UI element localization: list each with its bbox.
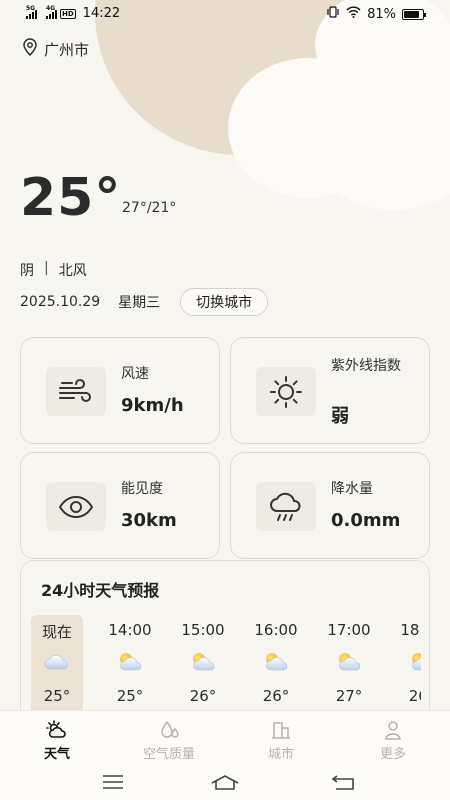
card-label: 降水量 <box>331 481 373 497</box>
location-pin-icon <box>22 38 38 60</box>
status-time: 14:22 <box>82 6 121 21</box>
weekday: 星期三 <box>118 295 161 311</box>
signal-icon: 5G <box>26 5 37 19</box>
system-navigation-bar <box>0 766 450 800</box>
home-icon[interactable] <box>205 770 245 794</box>
eye-icon <box>46 482 106 531</box>
forecast-time: 14:00 <box>108 621 152 639</box>
nav-label: 更多 <box>379 747 406 762</box>
location[interactable]: 广州市 <box>22 38 89 60</box>
city-icon <box>241 719 321 741</box>
cloudy-icon <box>43 651 71 671</box>
forecast-temp: 26° <box>189 687 217 705</box>
forecast-time: 18:00 <box>400 621 421 639</box>
current-temperature: 25° <box>20 168 122 228</box>
partly-cloudy-icon <box>116 651 144 671</box>
bottom-navigation: 天气 空气质量 城市 更多 <box>0 710 450 766</box>
card-value: 弱 <box>331 406 349 427</box>
nav-label: 天气 <box>43 747 70 762</box>
nav-city[interactable]: 城市 <box>241 719 321 762</box>
weather-condition: 阴 | 北风 <box>20 260 87 280</box>
card-value: 30km <box>121 510 177 531</box>
city-name: 广州市 <box>44 40 90 59</box>
condition-separator: | <box>44 260 49 276</box>
date: 2025.10.29 <box>20 294 101 310</box>
visibility-card: 能见度 30km <box>20 452 220 559</box>
wind-direction: 北风 <box>58 263 87 279</box>
hourly-forecast-item[interactable]: 15:00 26° <box>177 615 229 715</box>
card-value: 0.0mm <box>331 510 401 531</box>
weather-icon <box>17 719 97 741</box>
battery-icon <box>402 8 426 20</box>
card-value: 9km/h <box>121 395 184 416</box>
hourly-forecast-list[interactable]: 现在 25° 14:00 25° 15:00 26° 16:00 26° 17:00 27° 18:… <box>31 615 421 715</box>
card-label: 风速 <box>121 366 149 382</box>
vibrate-icon <box>326 6 340 22</box>
air-quality-icon <box>129 719 209 741</box>
forecast-time: 16:00 <box>254 621 298 639</box>
forecast-temp: 25° <box>43 687 71 705</box>
hourly-forecast-item[interactable]: 现在 25° <box>31 615 83 715</box>
back-icon[interactable] <box>323 770 363 794</box>
forecast-temp: 27° <box>335 687 363 705</box>
hourly-forecast-item[interactable]: 18:00 26° <box>396 615 421 715</box>
nav-air-quality[interactable]: 空气质量 <box>129 719 209 762</box>
date-row: 2025.10.29 星期三 切换城市 <box>20 288 269 316</box>
switch-city-button[interactable]: 切换城市 <box>180 288 269 316</box>
precipitation-card: 降水量 0.0mm <box>230 452 430 559</box>
card-label: 能见度 <box>121 481 163 497</box>
battery-percent: 81% <box>367 6 396 22</box>
hourly-forecast-item[interactable]: 17:00 27° <box>323 615 375 715</box>
hd-badge: HD <box>60 8 76 19</box>
menu-icon[interactable] <box>93 770 133 794</box>
forecast-temp: 25° <box>116 687 144 705</box>
hourly-forecast-item[interactable]: 14:00 25° <box>104 615 156 715</box>
status-bar: 5G 4G HD 14:22 81% <box>0 0 450 30</box>
sun-icon <box>256 367 316 416</box>
partly-cloudy-icon <box>335 651 363 671</box>
rain-cloud-icon <box>256 482 316 531</box>
forecast-temp: 26° <box>408 687 421 705</box>
forecast-time: 现在 <box>41 623 72 641</box>
forecast-temp: 26° <box>262 687 290 705</box>
temperature-range: 27°/21° <box>122 200 177 216</box>
nav-more[interactable]: 更多 <box>353 719 433 762</box>
nav-weather[interactable]: 天气 <box>17 719 97 762</box>
nav-label: 城市 <box>267 747 294 762</box>
uv-index-card: 紫外线指数 弱 <box>230 337 430 444</box>
more-icon <box>353 719 433 741</box>
card-label: 紫外线指数 <box>331 358 401 374</box>
partly-cloudy-icon <box>189 651 217 671</box>
wifi-icon <box>346 6 361 22</box>
nav-label: 空气质量 <box>142 747 195 762</box>
partly-cloudy-icon <box>262 651 290 671</box>
wind-icon <box>46 367 106 416</box>
partly-cloudy-icon <box>408 651 421 671</box>
forecast-title: 24小时天气预报 <box>41 581 160 600</box>
forecast-time: 15:00 <box>181 621 225 639</box>
hourly-forecast-panel: 24小时天气预报 现在 25° 14:00 25° 15:00 26° 16:00 26° 17… <box>20 560 430 730</box>
hourly-forecast-item[interactable]: 16:00 26° <box>250 615 302 715</box>
signal-icon: 4G <box>46 5 57 19</box>
condition-text: 阴 <box>20 263 34 279</box>
forecast-time: 17:00 <box>327 621 371 639</box>
wind-speed-card: 风速 9km/h <box>20 337 220 444</box>
